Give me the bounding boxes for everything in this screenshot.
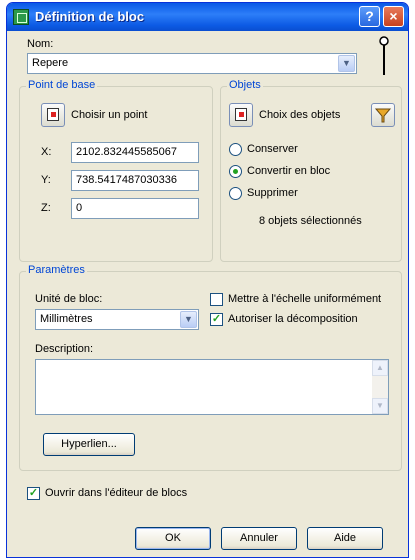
x-field[interactable]: 2102.832445585067	[71, 142, 199, 163]
pick-point-button[interactable]	[41, 103, 65, 127]
pick-point-icon	[47, 108, 59, 121]
description-scrollbar[interactable]: ▲ ▼	[372, 360, 388, 414]
objects-group-title: Objets	[227, 79, 263, 91]
radio-delete[interactable]	[229, 187, 242, 200]
funnel-icon	[374, 108, 392, 123]
scale-uniformly-label: Mettre à l'échelle uniformément	[228, 293, 382, 305]
settings-group-title: Paramètres	[26, 264, 87, 276]
scroll-up-icon[interactable]: ▲	[372, 360, 388, 376]
delete-label: Supprimer	[247, 187, 298, 199]
y-label: Y:	[41, 174, 51, 186]
z-field[interactable]: 0	[71, 198, 199, 219]
unit-label: Unité de bloc:	[35, 293, 103, 305]
scale-uniformly-checkbox[interactable]	[210, 293, 223, 306]
open-editor-checkbox[interactable]: ✓	[27, 487, 40, 500]
hyperlink-button[interactable]: Hyperlien...	[43, 433, 135, 456]
select-objects-button[interactable]	[229, 103, 253, 127]
y-value: 738.5417487030336	[76, 174, 177, 186]
help-title-button[interactable]: ?	[359, 6, 380, 27]
app-icon	[13, 9, 29, 25]
name-label: Nom:	[27, 38, 54, 50]
allow-explode-checkbox[interactable]: ✓	[210, 313, 223, 326]
block-definition-dialog: Définition de bloc ? × Nom: Repere ▼ Poi…	[6, 2, 409, 558]
help-button[interactable]: Aide	[307, 527, 383, 550]
description-label: Description:	[35, 343, 94, 355]
select-objects-icon	[235, 108, 247, 121]
retain-label: Conserver	[247, 143, 298, 155]
select-objects-label: Choix des objets	[259, 109, 341, 121]
y-field[interactable]: 738.5417487030336	[71, 170, 199, 191]
allow-explode-label: Autoriser la décomposition	[228, 313, 358, 325]
close-button[interactable]: ×	[383, 6, 404, 27]
pick-point-label: Choisir un point	[71, 109, 148, 121]
convert-label: Convertir en bloc	[247, 165, 331, 177]
z-value: 0	[76, 202, 83, 214]
cancel-button[interactable]: Annuler	[221, 527, 297, 550]
radio-convert[interactable]	[229, 165, 242, 178]
block-preview-icon	[379, 36, 389, 75]
unit-value: Millimètres	[40, 313, 93, 325]
base-point-group-title: Point de base	[26, 79, 98, 91]
name-combo[interactable]: Repere ▼	[27, 53, 357, 74]
chevron-down-icon[interactable]: ▼	[180, 311, 197, 328]
objects-count: 8 objets sélectionnés	[259, 215, 362, 227]
radio-retain[interactable]	[229, 143, 242, 156]
description-field[interactable]: ▲ ▼	[35, 359, 389, 415]
unit-combo[interactable]: Millimètres ▼	[35, 309, 199, 330]
name-value: Repere	[32, 57, 69, 69]
z-label: Z:	[41, 202, 51, 214]
quick-select-button[interactable]	[371, 103, 395, 127]
dialog-title: Définition de bloc	[35, 9, 145, 24]
scroll-down-icon[interactable]: ▼	[372, 398, 388, 414]
x-label: X:	[41, 146, 52, 158]
open-editor-label: Ouvrir dans l'éditeur de blocs	[45, 487, 188, 499]
ok-button[interactable]: OK	[135, 527, 211, 550]
x-value: 2102.832445585067	[76, 146, 177, 158]
chevron-down-icon[interactable]: ▼	[338, 55, 355, 72]
title-bar[interactable]: Définition de bloc ? ×	[7, 3, 408, 31]
